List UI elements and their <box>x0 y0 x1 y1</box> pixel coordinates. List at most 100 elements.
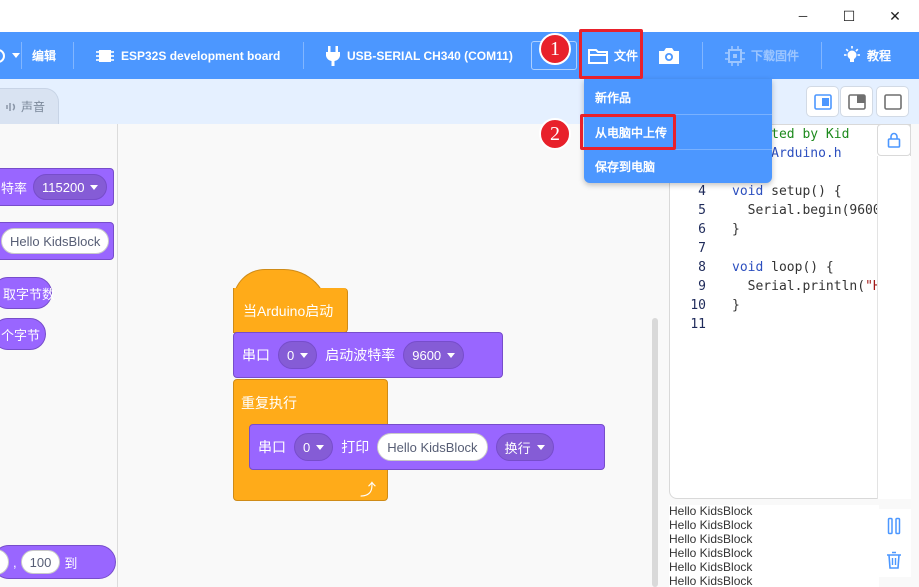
palette-available-block[interactable]: 取字节数 <box>0 277 56 309</box>
serial-output-line: Hello KidsBlock <box>669 546 753 560</box>
small-stage-button[interactable] <box>806 86 839 117</box>
menu-item-new-project[interactable]: 新作品 <box>584 80 772 114</box>
lock-button[interactable] <box>877 124 911 156</box>
line-number: 4 <box>698 184 706 199</box>
code-line-9: 9 Serial.println("H <box>670 277 881 296</box>
step-badge-label: 1 <box>550 37 560 60</box>
code-text: } <box>732 222 740 237</box>
palette-available-label: 取字节数 <box>3 286 56 302</box>
code-line-6: 6} <box>670 220 740 239</box>
maximize-button[interactable]: ☐ <box>826 0 872 32</box>
title-bar: ─ ☐ ✕ <box>0 0 919 32</box>
minimize-button[interactable]: ─ <box>780 0 826 32</box>
upload-firmware-button[interactable]: 下载固件 <box>725 32 799 79</box>
palette-map-value: 100 <box>29 554 52 570</box>
print-text-value: Hello KidsBlock <box>387 439 478 455</box>
serial-begin-port-dropdown[interactable]: 0 <box>278 341 318 369</box>
port-selector[interactable]: USB-SERIAL CH340 (COM11) <box>325 32 513 79</box>
upload-firmware-label: 下载固件 <box>751 49 800 63</box>
palette-baud-block[interactable]: 特率 115200 <box>0 168 114 206</box>
block-palette: 特率 115200 Hello KidsBlock 取字节数 个字节 , 100… <box>0 124 118 587</box>
hat-block-label: 当Arduino启动 <box>243 303 334 319</box>
menu-item-save-to-computer[interactable]: 保存到电脑 <box>584 149 772 183</box>
chevron-down-icon <box>90 184 99 190</box>
line-number: 9 <box>698 279 706 294</box>
menu-item-label: 新作品 <box>595 90 632 105</box>
baud-rate-label: 启动波特率 <box>325 347 396 363</box>
lightbulb-icon <box>844 45 860 62</box>
print-text-input[interactable]: Hello KidsBlock <box>377 433 488 461</box>
palette-baud-value: 115200 <box>42 179 85 195</box>
fullscreen-stage-button[interactable] <box>876 86 909 117</box>
serial-output-line: Hello KidsBlock <box>669 560 753 574</box>
language-menu[interactable] <box>0 32 20 79</box>
palette-map-block[interactable]: , 100 到 <box>0 545 116 579</box>
palette-map-input-b[interactable]: 100 <box>20 550 61 574</box>
code-line-4: 4 void setup() { <box>670 182 842 201</box>
palette-map-input-a[interactable] <box>0 549 9 575</box>
trash-icon <box>887 551 901 569</box>
minimize-icon: ─ <box>798 9 808 23</box>
divider <box>303 42 304 69</box>
code-line-11: 11 <box>670 315 708 334</box>
code-keyword: void <box>732 260 764 275</box>
chevron-down-icon <box>447 352 456 358</box>
line-number: 5 <box>698 203 706 218</box>
serial-print-port-dropdown[interactable]: 0 <box>294 433 334 461</box>
small-stage-icon <box>813 93 832 110</box>
palette-map-sep: , <box>13 554 17 570</box>
chevron-down-icon <box>316 444 325 450</box>
close-button[interactable]: ✕ <box>872 0 918 32</box>
serial-begin-label: 串口 <box>242 347 270 363</box>
line-number: 8 <box>698 260 706 275</box>
chevron-down-icon <box>536 444 545 450</box>
step-badge-1: 1 <box>539 33 571 65</box>
code-rest: setup() { <box>763 184 842 199</box>
code-line-10: 10} <box>670 296 740 315</box>
serial-print-block[interactable]: 串口 0 打印 Hello KidsBlock 换行 <box>249 424 605 470</box>
newline-dropdown[interactable]: 换行 <box>495 433 554 461</box>
when-arduino-starts-block[interactable]: 当Arduino启动 <box>233 288 348 333</box>
chevron-down-icon <box>300 352 309 358</box>
code-text: Serial.println("H <box>732 279 881 294</box>
code-line-5: 5 Serial.begin(9600 <box>670 201 881 220</box>
code-scrollbar-track[interactable] <box>877 156 911 499</box>
code-text: void loop() { <box>732 260 834 275</box>
baud-rate-value: 9600 <box>412 347 442 363</box>
baud-rate-dropdown[interactable]: 9600 <box>403 341 465 369</box>
clear-button[interactable] <box>877 543 911 577</box>
code-line-8: 8 void loop() { <box>670 258 834 277</box>
large-stage-button[interactable] <box>840 86 873 117</box>
serial-begin-port-value: 0 <box>287 347 295 363</box>
line-number: 7 <box>698 241 706 256</box>
port-label: USB-SERIAL CH340 (COM11) <box>347 48 513 63</box>
palette-hello-text: Hello KidsBlock <box>10 233 101 249</box>
serial-output-line: Hello KidsBlock <box>669 505 753 518</box>
serial-begin-block[interactable]: 串口 0 启动波特率 9600 <box>233 332 503 378</box>
tab-strip: 声音 <box>0 79 919 124</box>
line-number: 10 <box>690 298 706 313</box>
tutorial-button[interactable]: 教程 <box>843 32 891 79</box>
plug-icon <box>326 45 340 66</box>
workspace-scrollbar[interactable] <box>652 318 658 587</box>
pause-button[interactable] <box>877 509 911 543</box>
serial-monitor: Hello KidsBlock Hello KidsBlock Hello Ki… <box>669 505 879 587</box>
tab-sounds[interactable]: 声音 <box>0 88 59 124</box>
code-text: } <box>732 298 740 313</box>
palette-print-block[interactable]: Hello KidsBlock <box>0 222 114 260</box>
board-selector[interactable]: ESP32S development board <box>95 32 280 79</box>
palette-read-label: 个字节 <box>1 327 41 343</box>
screenshot-button[interactable] <box>658 32 680 79</box>
divider <box>21 42 22 69</box>
palette-baud-dropdown[interactable]: 115200 <box>33 174 108 200</box>
camera-icon <box>659 47 679 64</box>
edit-menu[interactable]: 编辑 <box>32 32 56 79</box>
code-line-7: 7 <box>670 239 708 258</box>
palette-read-block[interactable]: 个字节 <box>0 318 46 350</box>
code-rest: Serial.println( <box>732 279 866 294</box>
divider <box>73 42 74 69</box>
divider <box>821 42 822 69</box>
globe-icon <box>0 48 5 63</box>
palette-hello-input[interactable]: Hello KidsBlock <box>1 228 110 254</box>
tab-sounds-label: 声音 <box>21 100 46 114</box>
